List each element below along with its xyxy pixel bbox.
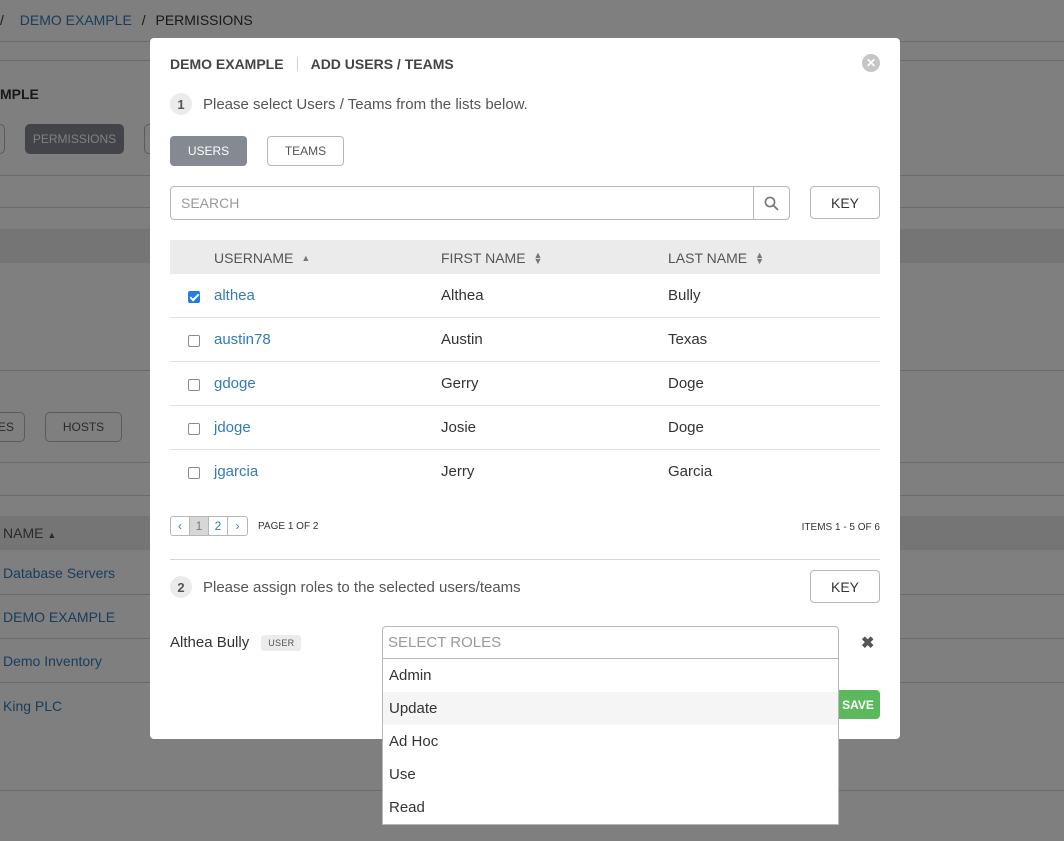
last-name-cell: Texas [668,331,708,348]
search-box [170,186,790,220]
search-icon [764,196,779,210]
prev-page-button[interactable]: ‹ [171,517,190,535]
role-option-admin[interactable]: Admin [383,659,838,692]
sort-both-icon: ▲ ▼ [755,250,765,266]
table-row[interactable]: jgarcia Jerry Garcia [170,450,880,496]
teams-toggle-button[interactable]: TEAMS [267,136,344,166]
step-number: 2 [170,576,192,598]
modal-title: DEMO EXAMPLE ADD USERS / TEAMS [170,56,454,72]
modal-title-action: ADD USERS / TEAMS [310,56,454,72]
table-row[interactable]: gdoge Gerry Doge [170,362,880,406]
last-name-cell: Garcia [668,463,713,480]
close-icon[interactable]: ✕ [862,54,880,72]
select-roles-input[interactable]: SELECT ROLES [382,626,839,659]
sort-asc-icon: ▲ [301,253,311,263]
last-name-cell: Doge [668,419,704,436]
column-header-last-name[interactable]: LAST NAME ▲ ▼ [668,250,764,266]
table-row[interactable]: jdoge Josie Doge [170,406,880,450]
last-name-cell: Bully [668,287,701,304]
first-name-cell: Althea [441,287,484,304]
items-count: ITEMS 1 - 5 OF 6 [801,522,880,533]
sort-both-icon: ▲ ▼ [533,250,543,266]
row-checkbox[interactable] [188,335,200,347]
column-header-first-name[interactable]: FIRST NAME ▲ ▼ [441,250,542,266]
column-header-label: FIRST NAME [441,250,526,266]
role-option-read[interactable]: Read [383,791,838,824]
username-link[interactable]: jgarcia [214,463,258,480]
pagination-controls: ‹ 1 2 › [170,516,248,536]
step-text: Please select Users / Teams from the lis… [203,95,528,113]
page-label: PAGE 1 OF 2 [258,520,319,532]
page-1-button[interactable]: 1 [190,517,209,535]
table-row[interactable]: althea Althea Bully [170,274,880,318]
step-1: 1 Please select Users / Teams from the l… [170,93,528,115]
row-checkbox[interactable] [188,379,200,391]
username-link[interactable]: austin78 [214,331,271,348]
pagination: ‹ 1 2 › PAGE 1 OF 2 [170,516,318,536]
step-2: 2 Please assign roles to the selected us… [170,576,521,598]
row-checkbox[interactable] [188,467,200,479]
search-button[interactable] [753,187,789,219]
assignee-name: Althea Bully [170,634,250,651]
search-input[interactable] [171,187,753,219]
username-link[interactable]: jdoge [214,419,251,436]
column-header-username[interactable]: USERNAME ▲ [214,250,310,266]
role-option-ad-hoc[interactable]: Ad Hoc [383,725,838,758]
row-checkbox[interactable] [188,423,200,435]
table-header: USERNAME ▲ FIRST NAME ▲ ▼ LAST NAME ▲ ▼ [170,240,880,274]
page-2-button[interactable]: 2 [209,517,228,535]
row-checkbox[interactable] [188,291,200,303]
last-name-cell: Doge [668,375,704,392]
first-name-cell: Josie [441,419,477,436]
user-type-badge: USER [261,634,302,651]
column-header-label: USERNAME [214,250,294,266]
key-button[interactable]: KEY [810,570,880,603]
role-option-update[interactable]: Update [383,692,838,725]
section-divider [170,559,880,560]
save-button[interactable]: SAVE [836,690,880,719]
title-divider [296,57,298,71]
first-name-cell: Gerry [441,375,479,392]
next-page-button[interactable]: › [228,517,247,535]
step-number: 1 [170,93,192,115]
add-users-teams-modal: DEMO EXAMPLE ADD USERS / TEAMS ✕ 1 Pleas… [150,38,900,739]
username-link[interactable]: althea [214,287,255,304]
role-option-use[interactable]: Use [383,758,838,791]
assignee: Althea Bully USER [170,634,302,651]
key-button[interactable]: KEY [810,186,880,219]
roles-dropdown: Admin Update Ad Hoc Use Read [382,659,839,825]
table-row[interactable]: austin78 Austin Texas [170,318,880,362]
first-name-cell: Jerry [441,463,475,480]
users-toggle-button[interactable]: USERS [170,136,247,166]
first-name-cell: Austin [441,331,483,348]
users-table: USERNAME ▲ FIRST NAME ▲ ▼ LAST NAME ▲ ▼ al… [170,240,880,496]
step-text: Please assign roles to the selected user… [203,578,521,596]
remove-user-icon[interactable]: ✖ [861,633,874,653]
modal-title-resource: DEMO EXAMPLE [170,56,284,72]
username-link[interactable]: gdoge [214,375,256,392]
column-header-label: LAST NAME [668,250,748,266]
